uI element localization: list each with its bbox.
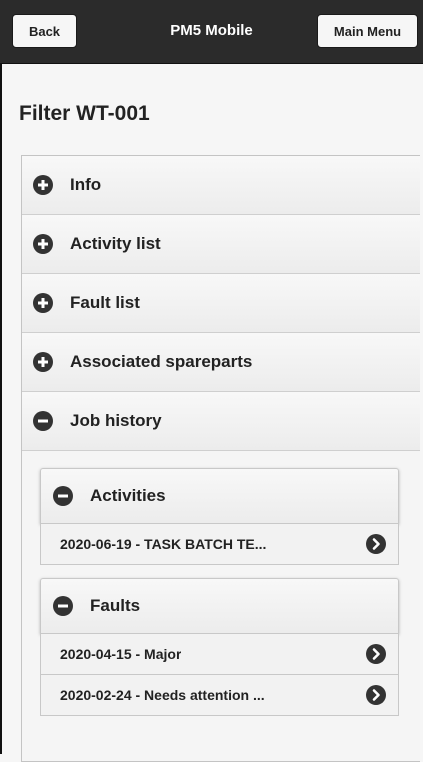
subsection-label: Activities xyxy=(90,486,166,505)
section-label: Job history xyxy=(70,411,162,430)
list-item-label: 2020-04-15 - Major xyxy=(60,646,182,662)
section-label: Associated spareparts xyxy=(70,352,253,371)
section-associated-spareparts[interactable]: Associated spareparts xyxy=(22,333,420,392)
minus-circle-icon xyxy=(53,486,73,506)
minus-circle-icon xyxy=(53,596,73,616)
list-item-label: 2020-02-24 - Needs attention ... xyxy=(60,687,265,703)
subsection-label: Faults xyxy=(90,596,141,615)
collapsible-set: Info Activity list Fault list Associated… xyxy=(21,155,420,762)
section-job-history[interactable]: Job history xyxy=(22,392,420,451)
chevron-right-icon xyxy=(366,644,386,664)
frame-edge xyxy=(0,0,2,754)
chevron-right-icon xyxy=(366,685,386,705)
plus-circle-icon xyxy=(33,293,53,313)
list-item[interactable]: 2020-02-24 - Needs attention ... xyxy=(40,675,399,716)
top-header: Back PM5 Mobile Main Menu xyxy=(0,0,423,64)
job-history-content: Activities 2020-06-19 - TASK BATCH TE...… xyxy=(22,451,420,761)
subsection-faults[interactable]: Faults xyxy=(40,578,399,634)
section-info[interactable]: Info xyxy=(22,156,420,215)
plus-circle-icon xyxy=(33,175,53,195)
plus-circle-icon xyxy=(33,234,53,254)
section-label: Activity list xyxy=(70,234,161,253)
page-title: Filter WT-001 xyxy=(19,102,150,125)
section-label: Fault list xyxy=(70,293,140,312)
minus-circle-icon xyxy=(33,411,53,431)
plus-circle-icon xyxy=(33,352,53,372)
main-menu-button[interactable]: Main Menu xyxy=(317,14,418,48)
subsection-activities[interactable]: Activities xyxy=(40,468,399,524)
section-fault-list[interactable]: Fault list xyxy=(22,274,420,333)
list-item[interactable]: 2020-06-19 - TASK BATCH TE... xyxy=(40,524,399,565)
chevron-right-icon xyxy=(366,534,386,554)
section-activity-list[interactable]: Activity list xyxy=(22,215,420,274)
list-item[interactable]: 2020-04-15 - Major xyxy=(40,634,399,675)
section-label: Info xyxy=(70,175,102,194)
list-item-label: 2020-06-19 - TASK BATCH TE... xyxy=(60,536,267,552)
